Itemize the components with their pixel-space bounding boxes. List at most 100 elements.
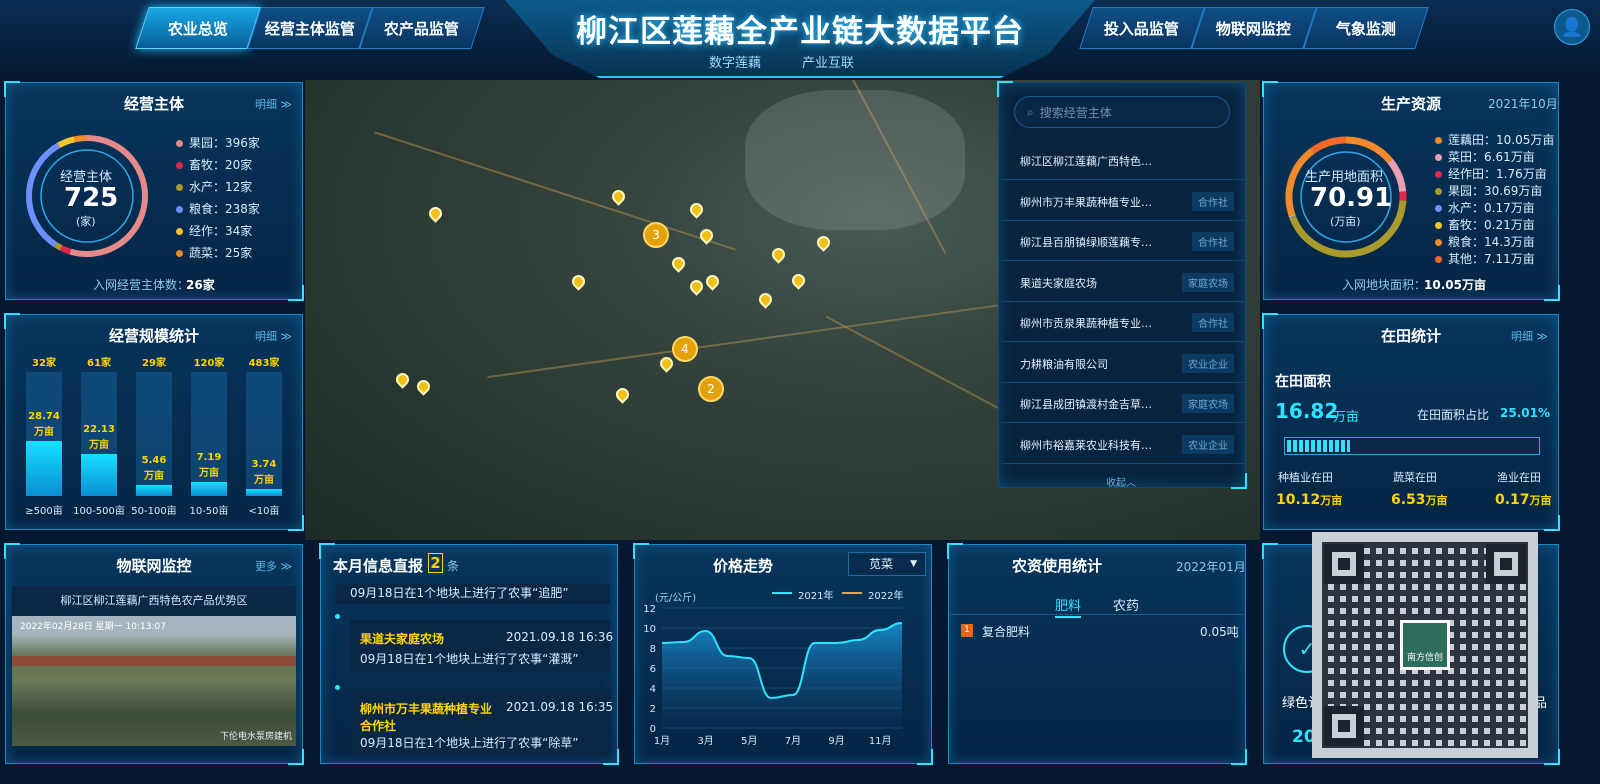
map-pin[interactable] (657, 354, 676, 373)
legend-value: 12家 (225, 180, 253, 194)
map-cluster[interactable]: 3 (643, 222, 669, 248)
legend-value: 396家 (225, 136, 260, 150)
legend-label: 粮食： (189, 202, 226, 216)
iot-more-link[interactable]: 更多 ≫ (255, 558, 292, 574)
legend-dot (176, 250, 183, 257)
map-pin[interactable] (703, 272, 722, 291)
entity-list-name: 柳江县成团镇渡村金吉草… (1020, 398, 1152, 411)
entity-list-tag: 农业企业 (1182, 353, 1234, 373)
search-placeholder: 搜索经营主体 (1039, 105, 1112, 120)
scale-bar-fill (246, 488, 282, 496)
legend-2021-swatch (772, 592, 792, 594)
resources-donut-value: 70.91 (1310, 183, 1393, 213)
collapse-button[interactable]: 收起︿ (1106, 474, 1136, 489)
legend-value: 34家 (225, 224, 253, 238)
news-card[interactable]: 果道夫家庭农场 2021.09.18 16:36 09月18日在1个地块上进行了… (350, 620, 613, 672)
entity-list-name: 果道夫家庭农场 (1020, 276, 1097, 290)
resources-footer-value: 10.05万亩 (1424, 278, 1486, 292)
qr-finder (1324, 706, 1364, 746)
scale-bar-value: 3.74 (251, 458, 277, 470)
scale-bar-unit: 万亩 (89, 439, 109, 451)
donut-segment (54, 242, 63, 251)
map-pin[interactable] (609, 187, 628, 206)
scale-bar-value: 22.13 (83, 423, 115, 435)
nav-input-supervision[interactable]: 投入品监管 (1079, 7, 1205, 49)
field-stat-label: 种植业在田 (1278, 471, 1333, 484)
legend-value: 0.17万亩 (1484, 201, 1535, 215)
map-cluster[interactable]: 2 (698, 376, 724, 402)
map-pin[interactable] (687, 200, 706, 219)
price-y-tick: 4 (650, 684, 656, 695)
scale-bar-count: 61家 (87, 358, 111, 369)
entity-list-item[interactable]: 柳州市裕嘉莱农业科技有… 农业企业 (1002, 424, 1244, 464)
nav-iot-monitor[interactable]: 物联网监控 (1191, 7, 1317, 49)
price-y-tick: 8 (650, 644, 656, 655)
nav-entity-supervision[interactable]: 经营主体监管 (247, 7, 373, 49)
legend-dot (1435, 137, 1442, 144)
price-area-2021 (662, 623, 902, 728)
map-pin[interactable] (613, 385, 632, 404)
map-cluster[interactable]: 4 (672, 336, 698, 362)
scale-bar-fill (136, 484, 172, 496)
price-x-tick: 11月 (869, 735, 892, 747)
entity-legend-item: 经作：34家 (176, 222, 252, 239)
entity-list-name: 柳江区柳江莲藕广西特色… (1020, 155, 1152, 168)
legend-label: 畜牧： (1448, 218, 1485, 232)
legend-dot (1435, 188, 1442, 195)
resources-legend-item: 果园：30.69万亩 (1435, 182, 1542, 199)
iot-video-title: 柳江区柳江莲藕广西特色农产品优势区 (12, 586, 296, 616)
entity-list-item[interactable]: 柳州市万丰果蔬种植专业… 合作社 (1002, 181, 1244, 221)
field-more-link[interactable]: 明细 ≫ (1511, 328, 1548, 344)
map-pin[interactable] (569, 272, 588, 291)
entity-list-item[interactable]: 果道夫家庭农场 家庭农场 (1002, 262, 1244, 302)
entity-more-link[interactable]: 明细 ≫ (255, 96, 292, 112)
map-pin[interactable] (669, 254, 688, 273)
field-stat-value: 6.53万亩 (1391, 492, 1448, 508)
map-pin[interactable] (756, 290, 775, 309)
entity-list-name: 柳州市万丰果蔬种植专业… (1020, 195, 1152, 209)
entity-donut-unit: (家) (76, 215, 96, 228)
legend-value: 10.05万亩 (1496, 133, 1555, 147)
map-pin[interactable] (393, 370, 412, 389)
nav-product-supervision[interactable]: 农产品监管 (359, 7, 485, 49)
field-ratio-value: 25.01% (1500, 406, 1550, 420)
entity-list-item[interactable]: 柳州市贡泉果蔬种植专业… 合作社 (1002, 302, 1244, 342)
entity-list-item[interactable]: 力耕粮油有限公司 农业企业 (1002, 343, 1244, 383)
qr-finder (1324, 544, 1364, 584)
scale-more-link[interactable]: 明细 ≫ (255, 328, 292, 344)
news-card[interactable]: 柳州市万丰果蔬种植专业合作社 2021.09.18 16:35 09月18日在1… (350, 690, 614, 754)
map-pin[interactable] (769, 245, 788, 264)
news-item-text: 09月18日在1个地块上进行了农事“除草” (360, 736, 579, 750)
map-pin[interactable] (789, 271, 808, 290)
nav-weather[interactable]: 气象监测 (1303, 7, 1429, 49)
qr-code: 南方信创 (1312, 532, 1538, 758)
map-city-area (745, 90, 965, 230)
map-pin[interactable] (687, 277, 706, 296)
map-pin[interactable] (814, 233, 833, 252)
news-item-name: 果道夫家庭农场 (360, 632, 445, 646)
legend-label: 果园： (189, 136, 226, 150)
agri-item-value: 0.05吨 (1200, 625, 1239, 639)
price-y-tick: 10 (643, 624, 656, 635)
entity-list-item[interactable]: 柳江县百朋镇绿顺莲藕专… 合作社 (1002, 221, 1244, 261)
news-count: 2 (428, 553, 443, 573)
nav-agri-overview[interactable]: 农业总览 (135, 7, 261, 49)
iot-video-fence (12, 656, 296, 666)
donut-segment (59, 245, 72, 255)
search-input[interactable]: ⌕ 搜索经营主体 (1014, 96, 1230, 128)
scale-bar-fill (81, 453, 117, 496)
scale-bar-value: 5.46 (141, 454, 167, 466)
resources-donut-unit: (万亩) (1330, 215, 1361, 228)
map-pin[interactable] (414, 377, 433, 396)
iot-video[interactable]: 柳江区柳江莲藕广西特色农产品优势区 2022年02月28日 星期一 10:13:… (12, 586, 296, 746)
tab-pesticide[interactable]: 农药 (1113, 595, 1139, 614)
page-title: 柳江区莲藕全产业链大数据平台 (576, 14, 1024, 50)
user-icon[interactable]: 👤 (1554, 9, 1590, 45)
map-pin[interactable] (426, 204, 445, 223)
entity-list-item[interactable]: 柳江区柳江莲藕广西特色… (1002, 140, 1244, 180)
agri-divider (950, 614, 1244, 615)
entity-list-item[interactable]: 柳江县成团镇渡村金吉草… 家庭农场 (1002, 383, 1244, 423)
news-item-time: 2021.09.18 16:35 (506, 700, 614, 714)
price-y-tick: 12 (643, 604, 656, 615)
field-stat-number: 10.12 (1276, 492, 1321, 508)
